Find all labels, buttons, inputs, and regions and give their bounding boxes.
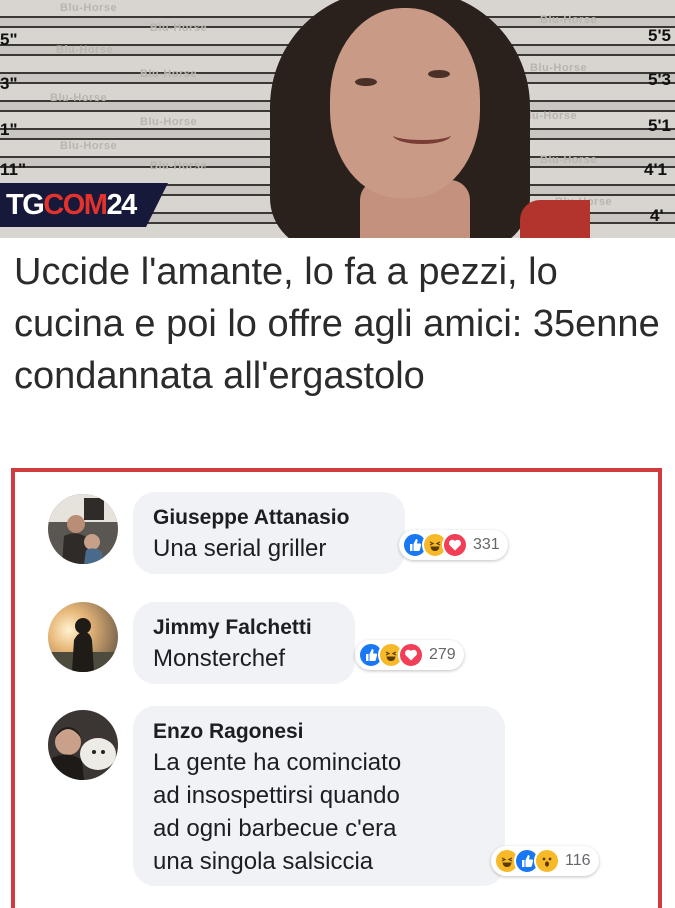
watermark-text: Blu-Horse	[60, 140, 118, 152]
height-mark-left: 5"	[0, 30, 18, 49]
comment-text: Una serial griller	[153, 535, 327, 562]
watermark-text: Blu-Horse	[50, 92, 108, 104]
watermark-text: Blu-Horse	[150, 160, 208, 172]
reaction-count: 279	[429, 646, 456, 663]
comment-item: Enzo Ragonesi La gente ha cominciato ad …	[15, 696, 658, 906]
love-reaction-icon	[442, 532, 468, 558]
height-mark-right: 5'5	[648, 26, 671, 45]
comment-author[interactable]: Giuseppe Attanasio	[153, 504, 387, 532]
watermark-text: Blu-Horse	[140, 68, 198, 80]
height-mark-right: 4'	[650, 206, 664, 225]
avatar-photo	[48, 494, 118, 564]
tgcom24-logo: TG COM 24	[0, 183, 168, 227]
comment-text: La gente ha cominciato ad insospettirsi …	[153, 749, 402, 875]
subject-shirt	[520, 200, 590, 238]
comment-bubble: Giuseppe Attanasio Una serial griller	[133, 492, 405, 574]
article-headline: Uccide l'amante, lo fa a pezzi, lo cucin…	[14, 251, 660, 397]
watermark-text: Blu-Horse	[150, 22, 208, 34]
height-mark-left: 11"	[0, 160, 27, 179]
comment-bubble: Enzo Ragonesi La gente ha cominciato ad …	[133, 706, 505, 886]
comment-item: Giuseppe Attanasio Una serial griller 33…	[15, 472, 658, 592]
avatar[interactable]	[48, 602, 118, 672]
love-reaction-icon	[398, 642, 424, 668]
comment-author[interactable]: Enzo Ragonesi	[153, 718, 487, 746]
avatar-photo	[48, 602, 118, 672]
wow-reaction-icon	[534, 848, 560, 874]
avatar[interactable]	[48, 494, 118, 564]
reaction-summary[interactable]: 116	[491, 846, 599, 876]
comment-author[interactable]: Jimmy Falchetti	[153, 614, 337, 642]
logo-text-24: 24	[106, 188, 137, 221]
mugshot-photo: Blu-Horse Blu-Horse Blu-Horse Blu-Horse …	[0, 0, 675, 238]
comments-frame: Giuseppe Attanasio Una serial griller 33…	[11, 468, 662, 908]
watermark-text: Blu-Horse	[530, 62, 588, 74]
watermark-text: Blu-Horse	[540, 154, 598, 166]
height-mark-left: 1"	[0, 120, 18, 139]
watermark-text: Blu-Horse	[56, 44, 114, 56]
subject-eye	[355, 78, 377, 86]
height-mark-left: 3"	[0, 74, 18, 93]
watermark-text: Blu-Horse	[540, 14, 598, 26]
reaction-summary[interactable]: 279	[355, 640, 464, 670]
logo-text-tg: TG	[6, 188, 45, 221]
height-mark-right: 5'1	[648, 116, 671, 135]
logo-tail	[145, 183, 168, 227]
height-mark-right: 5'3	[648, 70, 671, 89]
height-mark-right: 4'1	[644, 160, 667, 179]
watermark-text: Blu-Horse	[60, 2, 118, 14]
reaction-count: 116	[565, 852, 591, 869]
avatar[interactable]	[48, 710, 118, 780]
avatar-photo	[48, 710, 118, 780]
comment-text: Monsterchef	[153, 645, 286, 672]
subject-mouth	[393, 126, 451, 144]
comment-item: Jimmy Falchetti Monsterchef 279	[15, 582, 658, 692]
reaction-count: 331	[473, 536, 500, 553]
logo-text-com: COM	[43, 188, 108, 221]
subject-face	[330, 8, 480, 198]
reaction-summary[interactable]: 331	[399, 530, 508, 560]
comment-bubble: Jimmy Falchetti Monsterchef	[133, 602, 355, 684]
subject-eye	[428, 70, 450, 78]
watermark-text: Blu-Horse	[140, 116, 198, 128]
